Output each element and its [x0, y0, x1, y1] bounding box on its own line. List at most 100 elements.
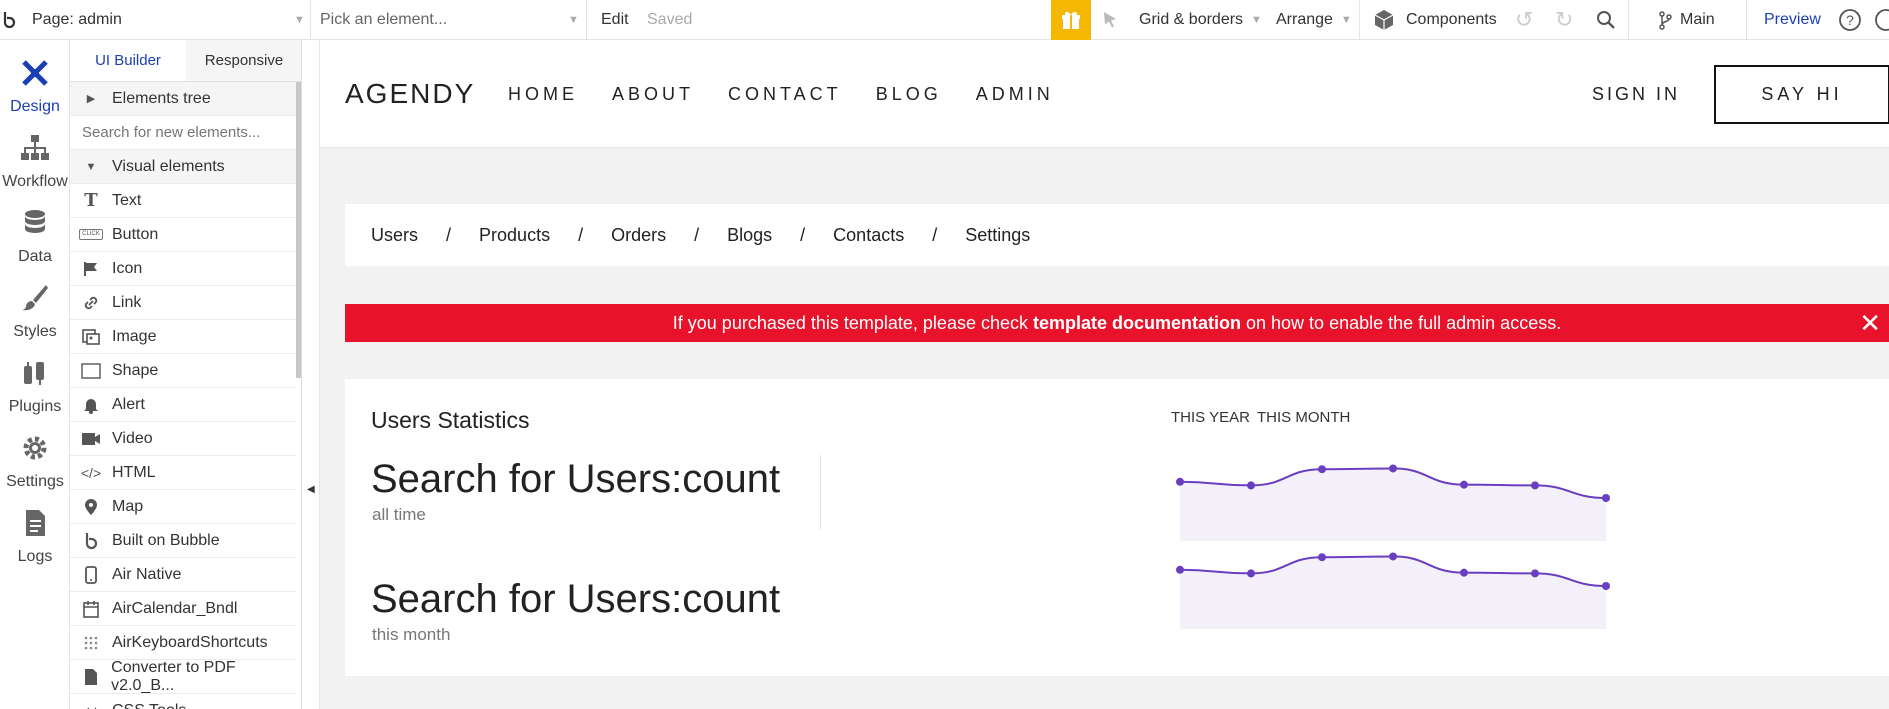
panel-element-label: HTML [112, 463, 156, 481]
database-icon [25, 210, 45, 233]
design-icon [22, 60, 48, 86]
menu-item-contact[interactable]: CONTACT [728, 84, 842, 105]
period-this-month[interactable]: THIS MONTH [1257, 409, 1350, 426]
video-icon [80, 431, 102, 447]
panel-element-item[interactable]: Air Native [70, 558, 296, 592]
saved-status: Saved [647, 11, 693, 28]
cube-icon [1374, 10, 1394, 30]
redo-icon[interactable]: ↻ [1555, 0, 1573, 40]
breadcrumb-separator: / [694, 224, 700, 245]
menu-item-blog[interactable]: BLOG [876, 84, 942, 105]
panel-element-label: Built on Bubble [112, 531, 220, 549]
breadcrumb-settings[interactable]: Settings [965, 225, 1030, 246]
breadcrumb-contacts[interactable]: Contacts [833, 225, 904, 246]
menu-item-admin[interactable]: ADMIN [976, 84, 1054, 105]
undo-icon[interactable]: ↺ [1515, 0, 1533, 40]
panel-element-item[interactable]: Built on Bubble [70, 524, 296, 558]
sparkline-point [1318, 465, 1326, 474]
page-selector[interactable]: Page: admin ▼ [32, 0, 305, 40]
breadcrumb-separator: / [446, 224, 452, 245]
breadcrumb-products[interactable]: Products [479, 225, 550, 246]
branch-selector[interactable]: Main [1658, 0, 1715, 40]
tab-responsive[interactable]: Responsive [186, 40, 301, 81]
tab-ui-builder[interactable]: UI Builder [70, 40, 186, 81]
alert-documentation-link[interactable]: template documentation [1033, 313, 1241, 334]
nav-logs[interactable]: Logs [0, 498, 70, 573]
users-count-all-time: Search for Users:count [371, 457, 781, 501]
sign-in-link[interactable]: SIGN IN [1592, 84, 1680, 105]
panel-collapse-handle[interactable]: ◀ [302, 40, 320, 709]
panel-element-item[interactable]: AirCalendar_Bndl [70, 592, 296, 626]
sparkline-point [1531, 569, 1539, 578]
panel-tabs: UI Builder Responsive [70, 40, 301, 82]
panel-element-item[interactable]: Link [70, 286, 296, 320]
nav-data[interactable]: Data [0, 198, 70, 273]
branch-label: Main [1680, 11, 1715, 28]
elements-tree-toggle[interactable]: ▶ Elements tree [70, 82, 296, 116]
panel-element-label: Air Native [112, 565, 182, 583]
panel-element-item[interactable]: Alert [70, 388, 296, 422]
nav-design[interactable]: Design [0, 48, 70, 123]
sparkline-area [1180, 468, 1606, 541]
element-picker[interactable]: Pick an element... ▼ [320, 0, 579, 40]
nav-plugins-label: Plugins [8, 398, 62, 415]
say-hi-button[interactable]: SAY HI [1714, 65, 1889, 124]
edit-button[interactable]: Edit [601, 0, 629, 40]
close-icon[interactable]: ✕ [1859, 308, 1881, 339]
element-search-input[interactable] [82, 124, 282, 141]
help-icon[interactable]: ? [1838, 0, 1862, 40]
breadcrumb-blogs[interactable]: Blogs [727, 225, 772, 246]
sparkline-point [1531, 481, 1539, 490]
account-icon[interactable] [1874, 0, 1889, 40]
panel-element-label: Link [112, 293, 142, 311]
panel-element-item[interactable]: Converter to PDF v2.0_B... [70, 659, 296, 694]
panel-element-item[interactable]: Icon [70, 252, 296, 286]
panel-element-item[interactable]: AirKeyboardShortcuts [70, 626, 296, 660]
panel-element-item[interactable]: Shape [70, 354, 296, 388]
link-icon [80, 294, 102, 312]
gift-icon[interactable] [1051, 0, 1091, 40]
breadcrumb-users[interactable]: Users [371, 225, 418, 246]
bubble-logo-icon[interactable] [0, 0, 18, 40]
panel-element-item[interactable]: CLICK Button [70, 218, 296, 252]
menu-item-about[interactable]: ABOUT [612, 84, 694, 105]
nav-settings[interactable]: Settings [0, 423, 70, 498]
admin-breadcrumb: Users / Products / Orders / Blogs / Cont… [345, 204, 1889, 266]
sparkline-point [1389, 552, 1397, 561]
nav-styles[interactable]: Styles [0, 273, 70, 348]
nav-plugins[interactable]: Plugins [0, 348, 70, 423]
visual-elements-toggle[interactable]: ▼ Visual elements [70, 150, 296, 184]
panel-element-label: Alert [112, 395, 145, 413]
nav-settings-label: Settings [6, 473, 64, 490]
panel-element-item[interactable]: ↤ CSS Tools [70, 694, 296, 709]
panel-element-item[interactable]: Video [70, 422, 296, 456]
panel-element-label: AirKeyboardShortcuts [112, 633, 268, 651]
panel-element-label: CSS Tools [112, 702, 186, 709]
svg-text:?: ? [1846, 12, 1854, 28]
grid-borders-label: Grid & borders [1139, 11, 1244, 28]
period-this-year[interactable]: THIS YEAR [1171, 409, 1250, 426]
sparkline-point [1247, 569, 1255, 578]
nav-styles-label: Styles [13, 323, 57, 340]
sparkline-point [1318, 553, 1326, 562]
components-button[interactable]: Components [1372, 0, 1497, 40]
site-logo[interactable]: AGENDY [345, 78, 475, 110]
text-icon: T [84, 190, 98, 211]
sparkline-point [1602, 582, 1610, 590]
search-icon[interactable] [1596, 0, 1616, 40]
tools-icon: ↤ [80, 702, 102, 709]
chevron-down-icon: ▼ [1251, 14, 1262, 26]
cursor-icon[interactable] [1101, 0, 1119, 40]
panel-element-item[interactable]: </> HTML [70, 456, 296, 490]
panel-element-label: AirCalendar_Bndl [112, 599, 238, 617]
preview-button[interactable]: Preview [1764, 0, 1821, 40]
nav-workflow[interactable]: Workflow [0, 123, 70, 198]
panel-element-item[interactable]: Image [70, 320, 296, 354]
arrange-menu[interactable]: Arrange ▼ [1276, 0, 1352, 40]
element-search[interactable] [70, 116, 296, 150]
breadcrumb-orders[interactable]: Orders [611, 225, 666, 246]
panel-element-item[interactable]: Map [70, 490, 296, 524]
panel-element-item[interactable]: T Text [70, 184, 296, 218]
grid-borders-menu[interactable]: Grid & borders ▼ [1139, 0, 1262, 40]
menu-item-home[interactable]: HOME [508, 84, 578, 105]
